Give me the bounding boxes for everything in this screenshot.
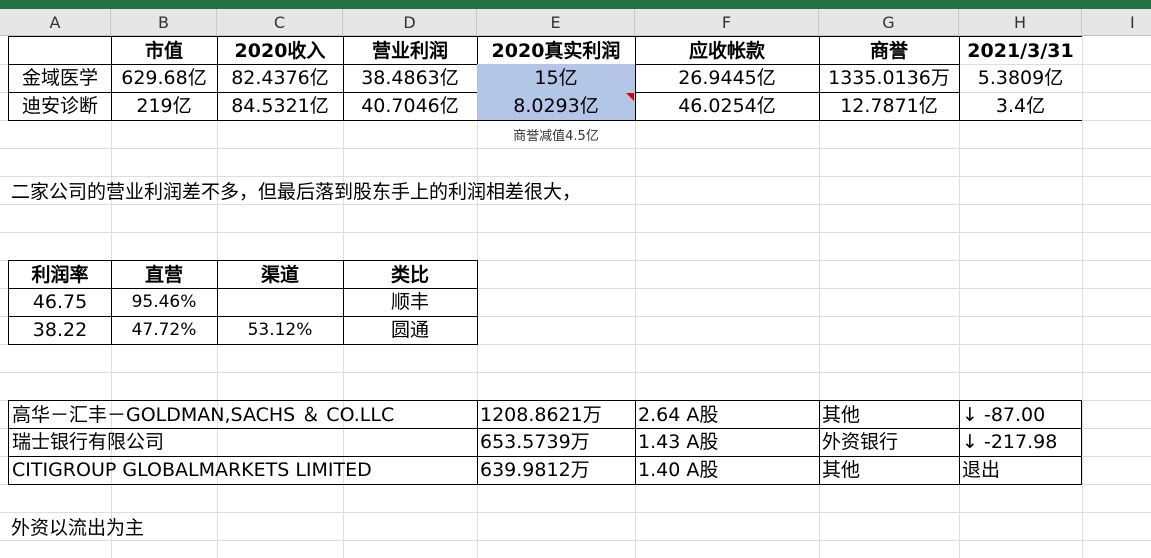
table1-cell[interactable]: 40.7046亿	[343, 92, 478, 121]
table1-cell[interactable]: 5.3809亿	[959, 64, 1082, 93]
table2-cell[interactable]: 圆通	[343, 316, 478, 345]
table1-header-cell[interactable]: 2021/3/31	[959, 36, 1082, 65]
table1-cell[interactable]: 219亿	[111, 92, 218, 121]
table3-shares[interactable]: 639.9812万	[477, 456, 636, 485]
column-header-b[interactable]: B	[111, 9, 217, 36]
column-header-a[interactable]: A	[0, 9, 111, 36]
table3-holder-name[interactable]: CITIGROUP GLOBALMARKETS LIMITED	[8, 456, 478, 485]
table3-shares[interactable]: 653.5739万	[477, 428, 636, 457]
table3-type[interactable]: 其他	[819, 400, 960, 429]
table3-change[interactable]: ↓ -217.98	[959, 428, 1082, 457]
table2-header-cell[interactable]: 类比	[343, 260, 478, 289]
column-header-f[interactable]: F	[635, 9, 819, 36]
comment-indicator-icon[interactable]	[626, 93, 634, 101]
column-header-c[interactable]: C	[217, 9, 343, 36]
table1-cell[interactable]: 1335.0136万	[819, 64, 960, 93]
table2-header-cell[interactable]: 渠道	[217, 260, 344, 289]
table1-cell[interactable]: 金域医学	[8, 64, 112, 93]
table1-cell[interactable]: 3.4亿	[959, 92, 1082, 121]
ribbon-accent-bar	[0, 0, 1151, 9]
table3-type[interactable]: 其他	[819, 456, 960, 485]
table1-cell[interactable]: 迪安诊断	[8, 92, 112, 121]
table2-cell[interactable]: 38.22	[8, 316, 112, 345]
remark-text[interactable]: 外资以流出为主	[8, 514, 608, 542]
table1-cell[interactable]: 629.68亿	[111, 64, 218, 93]
column-header-g[interactable]: G	[819, 9, 959, 36]
table3-holder-name[interactable]: 瑞士银行有限公司	[8, 428, 478, 457]
table1-cell[interactable]: 46.0254亿	[635, 92, 820, 121]
table3-change[interactable]: ↓ -87.00	[959, 400, 1082, 429]
column-header-h[interactable]: H	[959, 9, 1082, 36]
table2-header-cell[interactable]: 利润率	[8, 260, 112, 289]
column-header-d[interactable]: D	[343, 9, 477, 36]
table1-cell[interactable]: 82.4376亿	[217, 64, 344, 93]
table1-header-cell[interactable]: 市值	[111, 36, 218, 65]
table3-change[interactable]: 退出	[959, 456, 1082, 485]
table1-cell-selected[interactable]: 15亿	[477, 64, 636, 93]
table2-cell[interactable]: 46.75	[8, 288, 112, 317]
table2-cell[interactable]	[217, 288, 344, 317]
table1-header-cell[interactable]: 应收帐款	[635, 36, 820, 65]
table2-cell[interactable]: 顺丰	[343, 288, 478, 317]
table3-holder-name[interactable]: 高华－汇丰－GOLDMAN,SACHS ＆ CO.LLC	[8, 400, 478, 429]
table1-cell[interactable]: 84.5321亿	[217, 92, 344, 121]
table2-header-cell[interactable]: 直营	[111, 260, 218, 289]
table1-header-cell[interactable]: 营业利润	[343, 36, 478, 65]
table1-cell[interactable]: 26.9445亿	[635, 64, 820, 93]
table1-note[interactable]: 商誉减值4.5亿	[477, 123, 635, 151]
column-header-i[interactable]: I	[1082, 9, 1151, 36]
table2-cell[interactable]: 53.12%	[217, 316, 344, 345]
column-header-e[interactable]: E	[477, 9, 635, 36]
table1-header-cell[interactable]: 2020真实利润	[477, 36, 636, 65]
table3-ratio[interactable]: 2.64 A股	[635, 400, 820, 429]
table3-ratio[interactable]: 1.40 A股	[635, 456, 820, 485]
table3-ratio[interactable]: 1.43 A股	[635, 428, 820, 457]
table1-header-cell[interactable]: 商誉	[819, 36, 960, 65]
table1-header-cell[interactable]: 2020收入	[217, 36, 344, 65]
table3-type[interactable]: 外资银行	[819, 428, 960, 457]
table3-shares[interactable]: 1208.8621万	[477, 400, 636, 429]
table1-cell-selected[interactable]: 8.0293亿	[477, 92, 636, 121]
table1-cell[interactable]: 38.4863亿	[343, 64, 478, 93]
table2-cell[interactable]: 95.46%	[111, 288, 218, 317]
table1-header-cell[interactable]	[8, 36, 112, 65]
remark-text[interactable]: 二家公司的营业利润差不多，但最后落到股东手上的利润相差很大，	[8, 178, 908, 206]
table2-cell[interactable]: 47.72%	[111, 316, 218, 345]
table1-cell[interactable]: 12.7871亿	[819, 92, 960, 121]
